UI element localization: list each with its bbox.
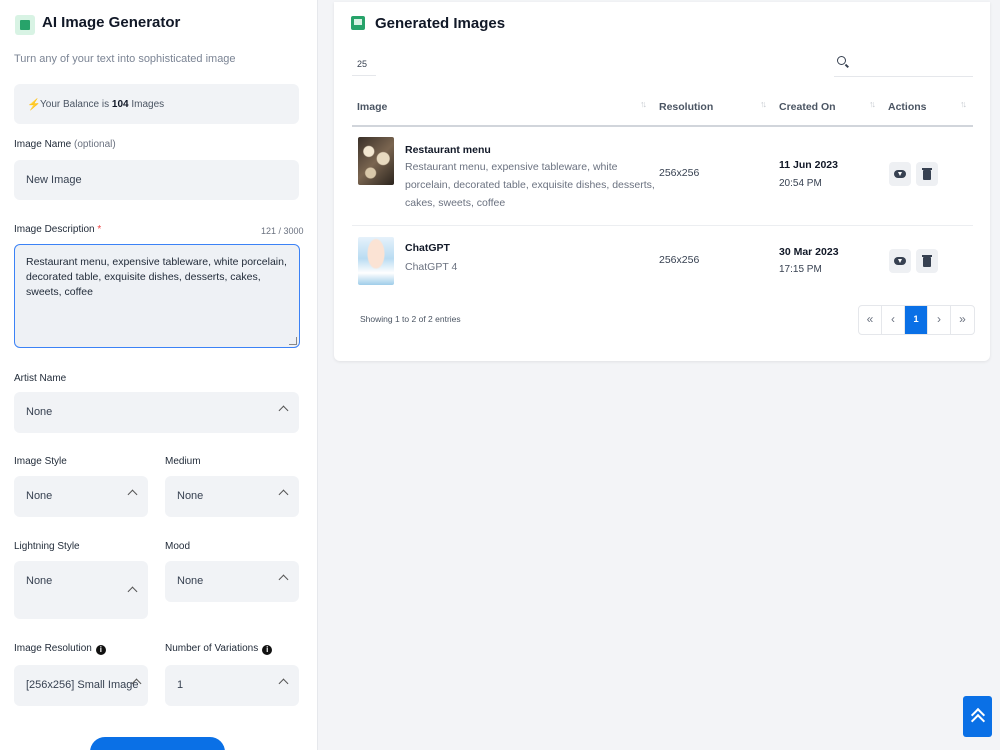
image-name-input[interactable]: New Image bbox=[14, 160, 299, 200]
description-textarea[interactable]: Restaurant menu, expensive tableware, wh… bbox=[14, 244, 300, 348]
medium-value: None bbox=[177, 490, 204, 502]
double-chevron-up-icon[interactable] bbox=[963, 696, 992, 737]
mood-label: Mood bbox=[165, 541, 191, 552]
chevron-up-icon bbox=[278, 678, 289, 689]
thumbnail-chatgpt[interactable] bbox=[358, 237, 394, 285]
chevron-up-icon bbox=[278, 405, 289, 416]
page-length-select[interactable]: 25 bbox=[352, 52, 376, 76]
row-date: 11 Jun 2023 bbox=[779, 159, 838, 171]
artist-select[interactable]: None bbox=[14, 392, 299, 433]
balance-suffix: Images bbox=[131, 99, 165, 110]
header-divider bbox=[352, 125, 973, 127]
chevron-up-icon bbox=[127, 489, 138, 500]
search-box bbox=[834, 50, 973, 77]
col-actions[interactable]: Actions bbox=[888, 101, 927, 113]
row-resolution: 256x256 bbox=[659, 254, 700, 266]
generate-button[interactable] bbox=[90, 737, 225, 750]
chevron-up-icon bbox=[278, 489, 289, 500]
col-image[interactable]: Image bbox=[357, 101, 387, 113]
first-page-button[interactable]: « bbox=[859, 306, 882, 334]
row-date: 30 Mar 2023 bbox=[779, 246, 839, 258]
sort-icon: ↑↓ bbox=[869, 99, 876, 109]
pagination: « ‹ 1 › » bbox=[858, 305, 975, 335]
image-name-value: New Image bbox=[26, 174, 82, 186]
next-page-button[interactable]: › bbox=[928, 306, 951, 334]
balance-box: ⚡ Your Balance is 104 Images bbox=[14, 84, 299, 124]
balance-text: Your Balance is 104 Images bbox=[40, 99, 164, 110]
description-label-text: Image Description bbox=[14, 224, 95, 235]
sort-icon: ↑↓ bbox=[640, 99, 647, 109]
style-label: Image Style bbox=[14, 456, 67, 467]
optional-tag: (optional) bbox=[74, 139, 116, 150]
chevron-up-icon bbox=[278, 574, 289, 585]
resolution-label: Image Resolution i bbox=[14, 643, 106, 655]
mood-value: None bbox=[177, 575, 204, 587]
chevron-up-icon bbox=[127, 586, 138, 597]
variations-label-text: Number of Variations bbox=[165, 643, 259, 654]
bolt-icon: ⚡ bbox=[27, 99, 41, 111]
info-icon[interactable]: i bbox=[95, 645, 106, 655]
sort-icon: ↑↓ bbox=[960, 99, 967, 109]
row-time: 17:15 PM bbox=[779, 264, 822, 275]
style-value: None bbox=[26, 490, 53, 502]
row-divider bbox=[352, 225, 973, 226]
row-time: 20:54 PM bbox=[779, 178, 822, 189]
cloud-download-icon[interactable] bbox=[889, 249, 911, 273]
lighting-select[interactable]: None bbox=[14, 561, 148, 619]
row-description: ChatGPT 4 bbox=[405, 261, 458, 273]
lighting-value: None bbox=[26, 575, 53, 587]
balance-count: 104 bbox=[111, 99, 129, 110]
medium-select[interactable]: None bbox=[165, 476, 299, 517]
style-select[interactable]: None bbox=[14, 476, 148, 517]
panel-subtitle: Turn any of your text into sophisticated… bbox=[14, 53, 236, 65]
trash-icon[interactable] bbox=[916, 249, 938, 273]
variations-label: Number of Variations i bbox=[165, 643, 273, 655]
required-mark: * bbox=[97, 224, 102, 235]
generator-panel: AI Image Generator Turn any of your text… bbox=[0, 0, 318, 750]
resize-handle[interactable] bbox=[289, 337, 297, 345]
image-icon bbox=[351, 16, 365, 30]
image-name-label: Image Name (optional) bbox=[14, 139, 116, 150]
description-label: Image Description * bbox=[14, 224, 101, 235]
row-resolution: 256x256 bbox=[659, 167, 700, 179]
lighting-label: Lightning Style bbox=[14, 541, 80, 552]
resolution-value: [256x256] Small Image bbox=[26, 679, 139, 691]
table-info: Showing 1 to 2 of 2 entries bbox=[360, 314, 461, 324]
trash-icon[interactable] bbox=[916, 162, 938, 186]
row-title: ChatGPT bbox=[405, 242, 450, 254]
thumbnail-restaurant[interactable] bbox=[358, 137, 394, 185]
search-input[interactable] bbox=[852, 52, 970, 72]
resolution-label-text: Image Resolution bbox=[14, 643, 92, 654]
image-name-label-text: Image Name bbox=[14, 139, 72, 150]
row-description: Restaurant menu, expensive tableware, wh… bbox=[405, 161, 655, 209]
col-created-on[interactable]: Created On bbox=[779, 101, 836, 113]
col-resolution[interactable]: Resolution bbox=[659, 101, 713, 113]
balance-prefix: Your Balance is bbox=[40, 99, 110, 110]
sort-icon: ↑↓ bbox=[760, 99, 767, 109]
description-value: Restaurant menu, expensive tableware, wh… bbox=[26, 256, 287, 298]
artist-value: None bbox=[26, 406, 53, 418]
mood-select[interactable]: None bbox=[165, 561, 299, 602]
cloud-download-icon[interactable] bbox=[889, 162, 911, 186]
artist-label: Artist Name bbox=[14, 373, 67, 384]
variations-value: 1 bbox=[177, 679, 184, 691]
variations-select[interactable]: 1 bbox=[165, 665, 299, 706]
medium-label: Medium bbox=[165, 456, 201, 467]
page-1-button[interactable]: 1 bbox=[905, 306, 928, 334]
resolution-select[interactable]: [256x256] Small Image bbox=[14, 665, 148, 706]
prev-page-button[interactable]: ‹ bbox=[882, 306, 905, 334]
image-icon bbox=[15, 15, 35, 35]
panel-title: AI Image Generator bbox=[42, 14, 181, 31]
char-counter: 121 / 3000 bbox=[261, 226, 304, 236]
card-title: Generated Images bbox=[375, 15, 506, 32]
last-page-button[interactable]: » bbox=[951, 306, 974, 334]
search-icon bbox=[837, 56, 846, 65]
row-title: Restaurant menu bbox=[405, 144, 491, 156]
info-icon[interactable]: i bbox=[262, 645, 273, 655]
